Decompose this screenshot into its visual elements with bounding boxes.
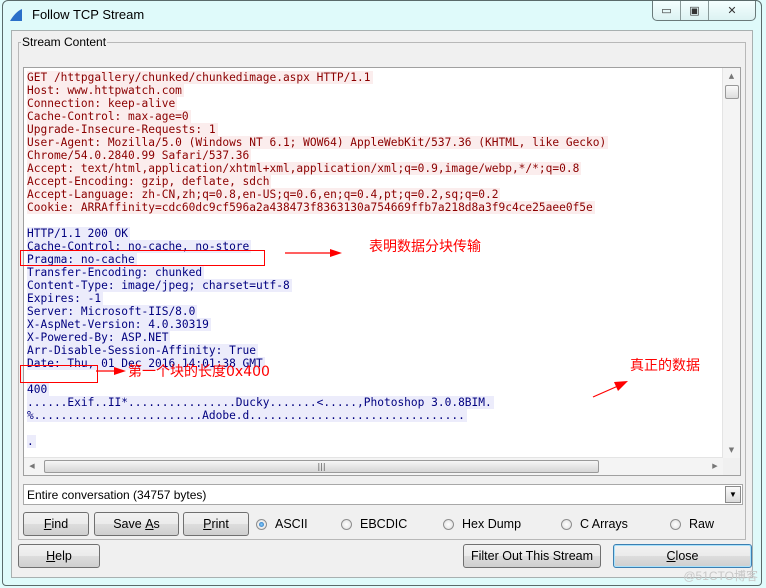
arrow-icon	[96, 367, 126, 375]
first-chunk-annotation: 第一个块的长度0x400	[128, 364, 270, 380]
chunked-annotation: 表明数据分块传输	[369, 239, 481, 255]
watermark: @51CTO博客	[683, 569, 758, 583]
real-data-annotation: 真正的数据	[630, 358, 700, 374]
arrow-icon	[592, 381, 628, 398]
arrow-icon	[285, 249, 342, 257]
annotation-arrows	[96, 249, 628, 398]
